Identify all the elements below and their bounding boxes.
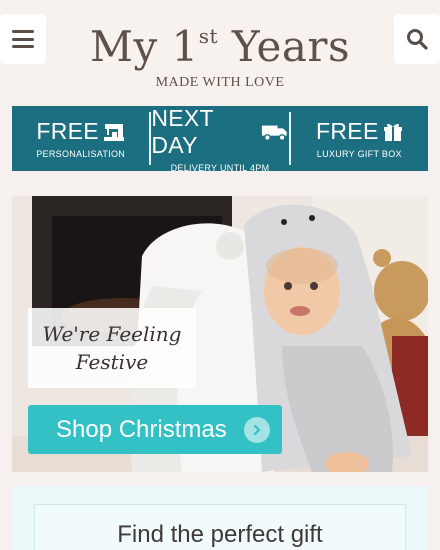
hamburger-menu-icon bbox=[12, 30, 34, 48]
gift-finder-title: Find the perfect gift bbox=[117, 521, 323, 548]
usp-next-day[interactable]: NEXT DAY DELIVERY UNTIL 4PM bbox=[151, 104, 288, 173]
gift-finder-box[interactable]: Find the perfect gift bbox=[34, 504, 406, 550]
usp-sub: PERSONALISATION bbox=[36, 149, 126, 159]
shop-christmas-button[interactable]: Shop Christmas bbox=[28, 405, 282, 454]
usp-banner[interactable]: FREE PERSONALISATION NEXT DAY DELIVERY U… bbox=[12, 104, 428, 173]
gift-box-icon bbox=[383, 123, 402, 141]
logo-title: My 1st Years bbox=[89, 22, 351, 71]
chevron-right-icon bbox=[244, 417, 270, 443]
usp-sub: DELIVERY UNTIL 4PM bbox=[170, 162, 270, 173]
shop-christmas-label: Shop Christmas bbox=[56, 415, 227, 443]
usp-divider bbox=[149, 112, 152, 165]
delivery-truck-icon bbox=[262, 125, 287, 141]
site-header: My 1st Years MADE WITH LOVE bbox=[0, 0, 440, 92]
logo-tagline: MADE WITH LOVE bbox=[155, 75, 285, 90]
usp-divider bbox=[288, 112, 291, 165]
site-logo[interactable]: My 1st Years MADE WITH LOVE bbox=[80, 8, 360, 91]
festive-line-1: We're Feeling bbox=[42, 322, 182, 346]
usp-headline: FREE bbox=[316, 118, 379, 144]
sewing-machine-icon bbox=[103, 123, 124, 141]
gift-finder-section: Find the perfect gift bbox=[12, 486, 428, 550]
usp-gift-box[interactable]: FREE LUXURY GIFT BOX bbox=[291, 106, 428, 171]
hero-banner[interactable]: We're Feeling Festive Shop Christmas bbox=[12, 196, 428, 472]
search-button[interactable] bbox=[394, 14, 440, 64]
festive-line-2: Festive bbox=[75, 350, 149, 374]
usp-sub: LUXURY GIFT BOX bbox=[316, 149, 402, 159]
usp-headline: FREE bbox=[36, 118, 99, 144]
festive-promo-card: We're Feeling Festive bbox=[28, 308, 196, 388]
menu-button[interactable] bbox=[0, 14, 46, 64]
search-icon bbox=[407, 29, 428, 50]
usp-headline: NEXT DAY bbox=[151, 104, 214, 158]
usp-personalisation[interactable]: FREE PERSONALISATION bbox=[12, 106, 149, 171]
